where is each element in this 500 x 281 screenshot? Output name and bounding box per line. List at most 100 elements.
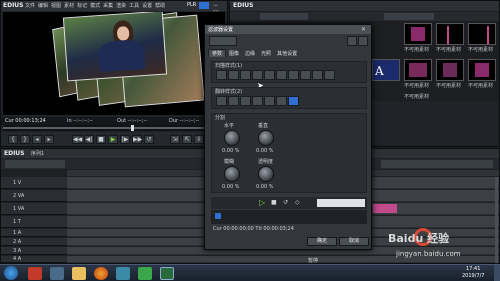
scan-style-option[interactable] bbox=[276, 70, 287, 80]
menu-item[interactable]: 采集 bbox=[103, 3, 113, 9]
loop-icon[interactable]: ↺ bbox=[144, 135, 154, 144]
start-button-icon[interactable] bbox=[4, 266, 18, 280]
set-out-icon[interactable]: ▸ bbox=[44, 135, 54, 144]
scan-style-option[interactable] bbox=[312, 70, 323, 80]
track-header[interactable]: 2 A bbox=[1, 238, 67, 246]
dialog-keyframe-track[interactable] bbox=[211, 210, 367, 224]
menu-item[interactable]: 模式 bbox=[90, 3, 100, 9]
tab-image[interactable]: 图像 bbox=[226, 50, 242, 58]
tab-other[interactable]: 其他设置 bbox=[274, 50, 300, 58]
vertical-knob[interactable] bbox=[258, 130, 274, 146]
show-desktop-button[interactable] bbox=[494, 265, 500, 281]
timeline-tools-left[interactable] bbox=[5, 160, 65, 168]
preview-monitor[interactable] bbox=[3, 12, 225, 115]
bin-thumbnail[interactable] bbox=[468, 59, 496, 81]
preset-menu-icon[interactable] bbox=[358, 36, 368, 46]
preset-save-icon[interactable] bbox=[347, 36, 357, 46]
bin-thumbnail[interactable] bbox=[436, 59, 464, 81]
mode-badge[interactable]: PLR bbox=[187, 2, 196, 8]
timeline-tools-right[interactable] bbox=[381, 160, 493, 168]
app-icon[interactable] bbox=[116, 267, 130, 280]
scrub-bar[interactable] bbox=[3, 125, 225, 131]
sequence-name[interactable]: 序列1 bbox=[31, 150, 44, 157]
close-icon[interactable]: ✕ bbox=[361, 26, 366, 33]
menu-item[interactable]: 素材 bbox=[64, 3, 74, 9]
scan-style-option[interactable] bbox=[324, 70, 335, 80]
bin-path-field[interactable] bbox=[260, 13, 308, 20]
track-header[interactable]: 1 T bbox=[1, 216, 67, 228]
tab-lighting[interactable]: 光照 bbox=[258, 50, 274, 58]
export-icon[interactable]: ⇩ bbox=[194, 135, 204, 144]
dialog-keyframe-icon[interactable]: ◇ bbox=[295, 199, 300, 206]
scan-style-option[interactable] bbox=[300, 70, 311, 80]
dialog-stop-icon[interactable]: ■ bbox=[271, 199, 277, 206]
dialog-loop-icon[interactable]: ↺ bbox=[283, 199, 288, 206]
bin-thumbnail[interactable] bbox=[404, 23, 432, 45]
track-header[interactable]: 2 VA bbox=[1, 190, 67, 202]
flip-style-option[interactable] bbox=[240, 96, 251, 106]
set-in-icon[interactable]: ◂ bbox=[32, 135, 42, 144]
cancel-button[interactable]: 取消 bbox=[339, 237, 369, 246]
horizontal-knob[interactable] bbox=[224, 130, 240, 146]
keyframe-checkbox[interactable] bbox=[215, 213, 221, 219]
bin-thumbnail[interactable] bbox=[468, 23, 496, 45]
step-back-icon[interactable]: ◀| bbox=[84, 135, 94, 144]
media-app-icon[interactable] bbox=[28, 267, 42, 280]
window-controls-icon[interactable]: − □ bbox=[213, 2, 225, 16]
download-app-icon[interactable] bbox=[138, 267, 152, 280]
bin-thumbnail[interactable]: A bbox=[372, 59, 400, 81]
menu-item[interactable]: 视图 bbox=[51, 3, 61, 9]
flip-style-option[interactable] bbox=[216, 96, 227, 106]
scan-style-option[interactable] bbox=[228, 70, 239, 80]
play-icon[interactable]: ▶ bbox=[108, 135, 118, 144]
bin-thumbnail[interactable] bbox=[404, 59, 432, 81]
preset-selector[interactable] bbox=[209, 36, 237, 46]
firefox-icon[interactable] bbox=[94, 267, 108, 280]
scan-style-option[interactable] bbox=[264, 70, 275, 80]
rewind-icon[interactable]: ◀◀ bbox=[72, 135, 82, 144]
scan-style-option[interactable] bbox=[252, 70, 263, 80]
tab-params[interactable]: 参数 bbox=[208, 49, 227, 57]
flip-style-option[interactable] bbox=[276, 96, 287, 106]
track-header[interactable]: 1 A bbox=[1, 229, 67, 237]
menu-item[interactable]: 编辑 bbox=[38, 3, 48, 9]
tab-edge[interactable]: 边缘 bbox=[242, 50, 258, 58]
track-header[interactable]: 1 V bbox=[1, 177, 67, 189]
menu-item[interactable]: 渲染 bbox=[116, 3, 126, 9]
timeline-clip[interactable] bbox=[373, 204, 397, 213]
rec-mode-icon[interactable] bbox=[199, 2, 209, 9]
scan-style-option[interactable] bbox=[240, 70, 251, 80]
menu-item[interactable]: 帮助 bbox=[155, 3, 165, 9]
dialog-titlebar[interactable]: 滤波器设置 ✕ bbox=[205, 25, 371, 34]
scrub-handle[interactable] bbox=[131, 125, 134, 131]
mark-in-icon[interactable]: { bbox=[8, 135, 18, 144]
fast-forward-icon[interactable]: ▶▶ bbox=[132, 135, 142, 144]
folder-icon[interactable] bbox=[72, 267, 86, 280]
track-header[interactable]: 3 A bbox=[1, 247, 67, 255]
mark-out-icon[interactable]: } bbox=[20, 135, 30, 144]
step-forward-icon[interactable]: |▶ bbox=[120, 135, 130, 144]
menu-item[interactable]: 标记 bbox=[77, 3, 87, 9]
dialog-keyframe-graph[interactable] bbox=[317, 199, 365, 207]
scan-style-option[interactable] bbox=[216, 70, 227, 80]
dialog-play-icon[interactable]: ▷ bbox=[259, 198, 265, 207]
menu-item[interactable]: 文件 bbox=[25, 3, 35, 9]
flip-style-option-selected[interactable] bbox=[288, 96, 299, 106]
flip-style-option[interactable] bbox=[264, 96, 275, 106]
flip-style-option[interactable] bbox=[228, 96, 239, 106]
flip-style-option[interactable] bbox=[252, 96, 263, 106]
bin-view-selector[interactable] bbox=[384, 13, 434, 20]
insert-icon[interactable]: ⇲ bbox=[170, 135, 180, 144]
track-header[interactable]: 4 A bbox=[1, 256, 67, 263]
shell-app-icon[interactable] bbox=[50, 267, 64, 280]
stop-icon[interactable]: ■ bbox=[96, 135, 106, 144]
overwrite-icon[interactable]: ⇱ bbox=[182, 135, 192, 144]
menu-item[interactable]: 设置 bbox=[142, 3, 152, 9]
blur-knob[interactable] bbox=[224, 166, 240, 182]
bin-thumbnail[interactable] bbox=[436, 23, 464, 45]
menu-item[interactable]: 工具 bbox=[129, 3, 139, 9]
ok-button[interactable]: 确定 bbox=[307, 237, 337, 246]
opacity-knob[interactable] bbox=[258, 166, 274, 182]
track-header[interactable]: 1 VA bbox=[1, 203, 67, 215]
timeline-scrollbar[interactable] bbox=[495, 177, 498, 263]
